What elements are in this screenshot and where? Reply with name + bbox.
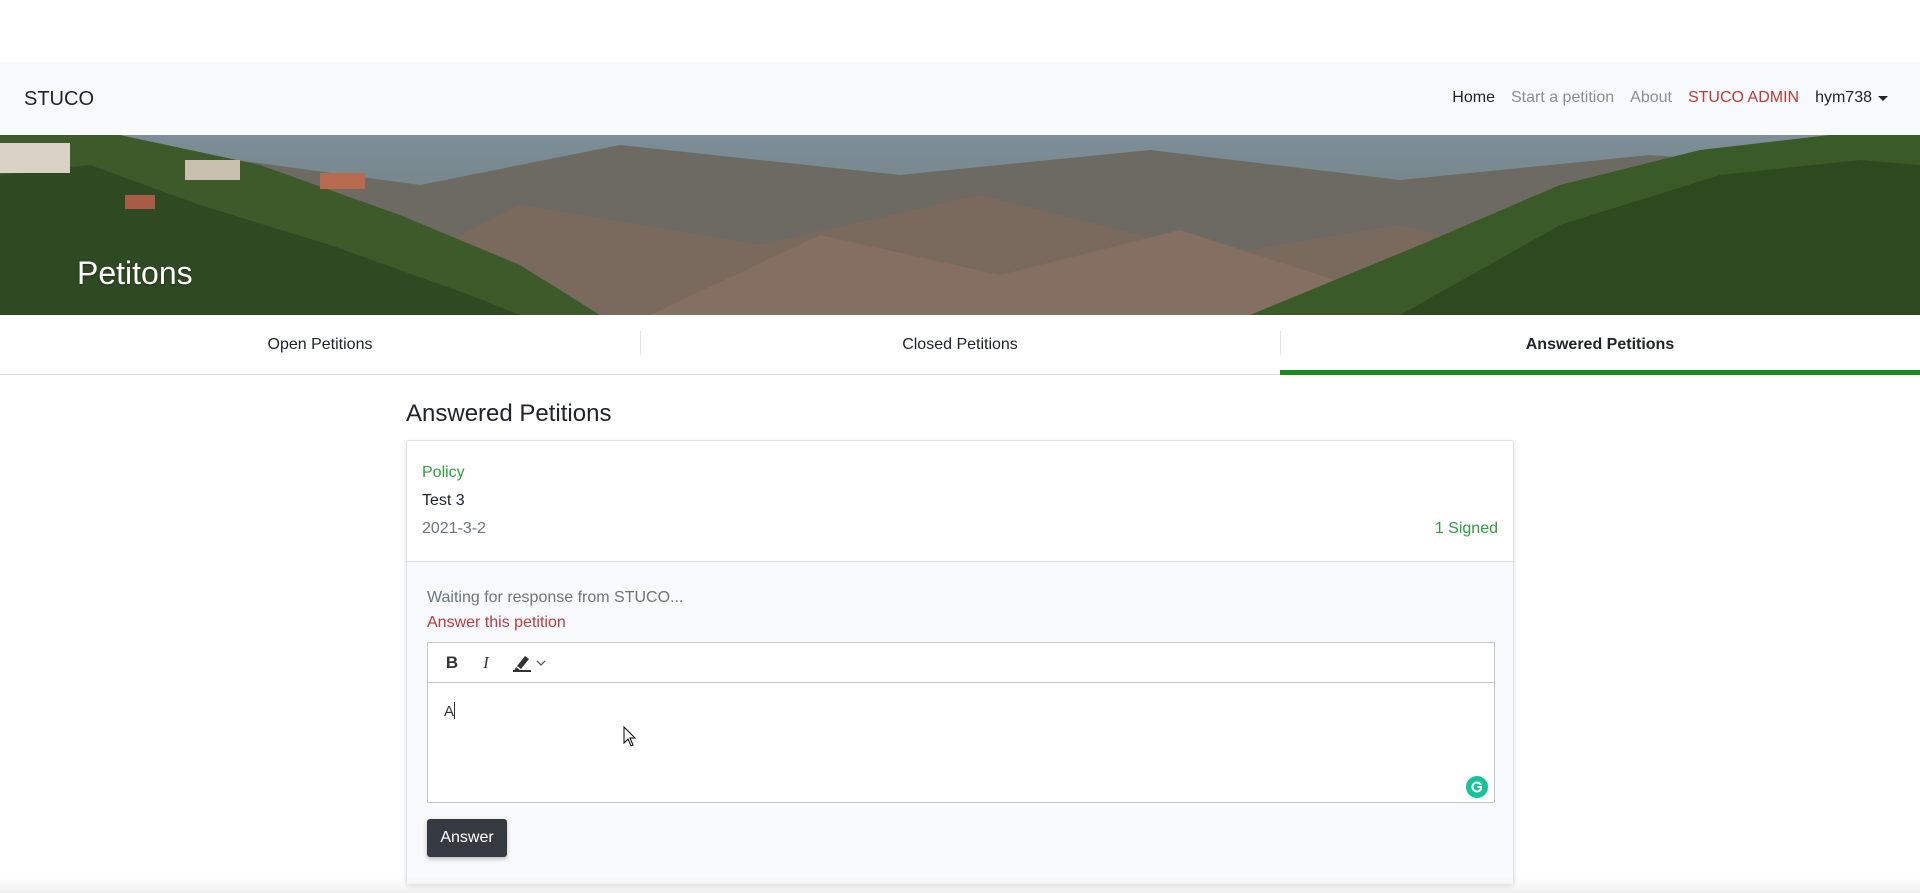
caret-down-icon [1878, 95, 1888, 101]
highlighter-icon [513, 655, 531, 672]
mountain-landscape-image [0, 135, 1920, 315]
brand-logo[interactable]: STUCO [24, 88, 94, 111]
user-menu-dropdown[interactable]: hym738 [1815, 89, 1888, 107]
nav-home[interactable]: Home [1452, 89, 1495, 107]
nav-about[interactable]: About [1630, 89, 1672, 107]
hero-title: Petitons [77, 255, 193, 291]
rich-text-editor: B I A [427, 642, 1495, 803]
tab-open-petitions[interactable]: Open Petitions [0, 315, 640, 374]
grammarly-icon[interactable] [1466, 776, 1488, 798]
tab-answered-petitions[interactable]: Answered Petitions [1280, 315, 1920, 375]
petition-summary: Policy Test 3 2021-3-2 1 Signed [407, 441, 1513, 562]
answer-text-area[interactable]: A [428, 684, 1494, 802]
petition-response-panel: Waiting for response from STUCO... Answe… [407, 562, 1513, 884]
petition-category: Policy [422, 464, 465, 481]
petition-date: 2021-3-2 [422, 520, 487, 537]
bottom-shadow [0, 878, 1920, 893]
italic-button[interactable]: I [474, 651, 498, 675]
chevron-down-icon [536, 660, 546, 666]
answer-submit-button[interactable]: Answer [427, 819, 507, 857]
signature-count: 1 Signed [1434, 520, 1498, 537]
petition-tabs: Open Petitions Closed Petitions Answered… [0, 315, 1920, 375]
user-menu-label: hym738 [1815, 89, 1872, 106]
response-status: Waiting for response from STUCO... [427, 589, 684, 606]
top-navbar: STUCO Home Start a petition About STUCO … [0, 62, 1920, 135]
tab-closed-petitions[interactable]: Closed Petitions [640, 315, 1280, 374]
section-heading: Answered Petitions [406, 400, 612, 427]
text-cursor [454, 702, 456, 719]
bold-button[interactable]: B [440, 651, 464, 675]
nav-stuco-admin[interactable]: STUCO ADMIN [1688, 89, 1799, 107]
petition-card: Policy Test 3 2021-3-2 1 Signed Waiting … [406, 440, 1514, 884]
answer-text-value: A [444, 703, 455, 720]
answer-petition-link[interactable]: Answer this petition [427, 614, 566, 632]
highlight-dropdown-button[interactable] [508, 651, 550, 675]
petition-title[interactable]: Test 3 [422, 492, 465, 510]
editor-toolbar: B I [428, 643, 1494, 683]
nav-start-petition[interactable]: Start a petition [1511, 89, 1614, 107]
nav-links: Home Start a petition About STUCO ADMIN … [1452, 89, 1888, 107]
hero-banner: Petitons [0, 135, 1920, 315]
mouse-cursor-icon [623, 726, 637, 747]
